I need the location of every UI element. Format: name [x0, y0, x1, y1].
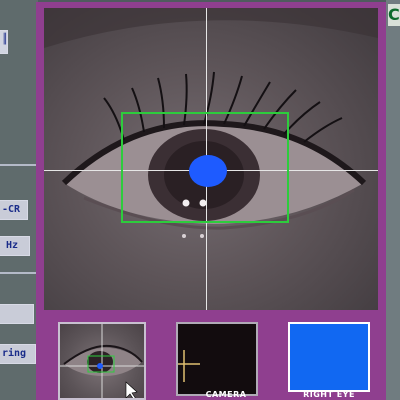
option-field[interactable] [0, 304, 34, 324]
pupil-marker [189, 155, 227, 187]
right-eye-thumbnail-label: RIGHT EYE [290, 390, 368, 400]
left-divider [0, 164, 38, 166]
pupil-cr-label: -CR [2, 204, 21, 215]
global-view-thumbnail[interactable] [58, 322, 146, 400]
camera-thumbnail[interactable] [176, 322, 258, 396]
mode-button[interactable]: ║ [0, 30, 8, 54]
camera-crosshair-icon [178, 350, 200, 382]
sample-rate-button[interactable]: Hz [0, 236, 30, 256]
mode-button-label: ║ [2, 34, 9, 45]
thumbnail-eye-image [60, 324, 144, 398]
pupil-cr-button[interactable]: -CR [0, 200, 28, 220]
right-eye-label-text: RIGHT EYE [303, 390, 355, 399]
filtering-label: ring [2, 348, 27, 359]
right-eye-thumbnail[interactable] [288, 322, 370, 392]
camera-label-text: CAMERA [205, 390, 247, 399]
right-panel-letter: C [388, 5, 400, 24]
camera-thumbnail-label: CAMERA [196, 390, 256, 400]
filtering-button[interactable]: ring [0, 344, 36, 364]
right-panel-header[interactable]: C [388, 4, 400, 26]
right-control-panel [386, 0, 400, 400]
left-divider-2 [0, 272, 38, 274]
sample-rate-label: Hz [6, 240, 19, 251]
